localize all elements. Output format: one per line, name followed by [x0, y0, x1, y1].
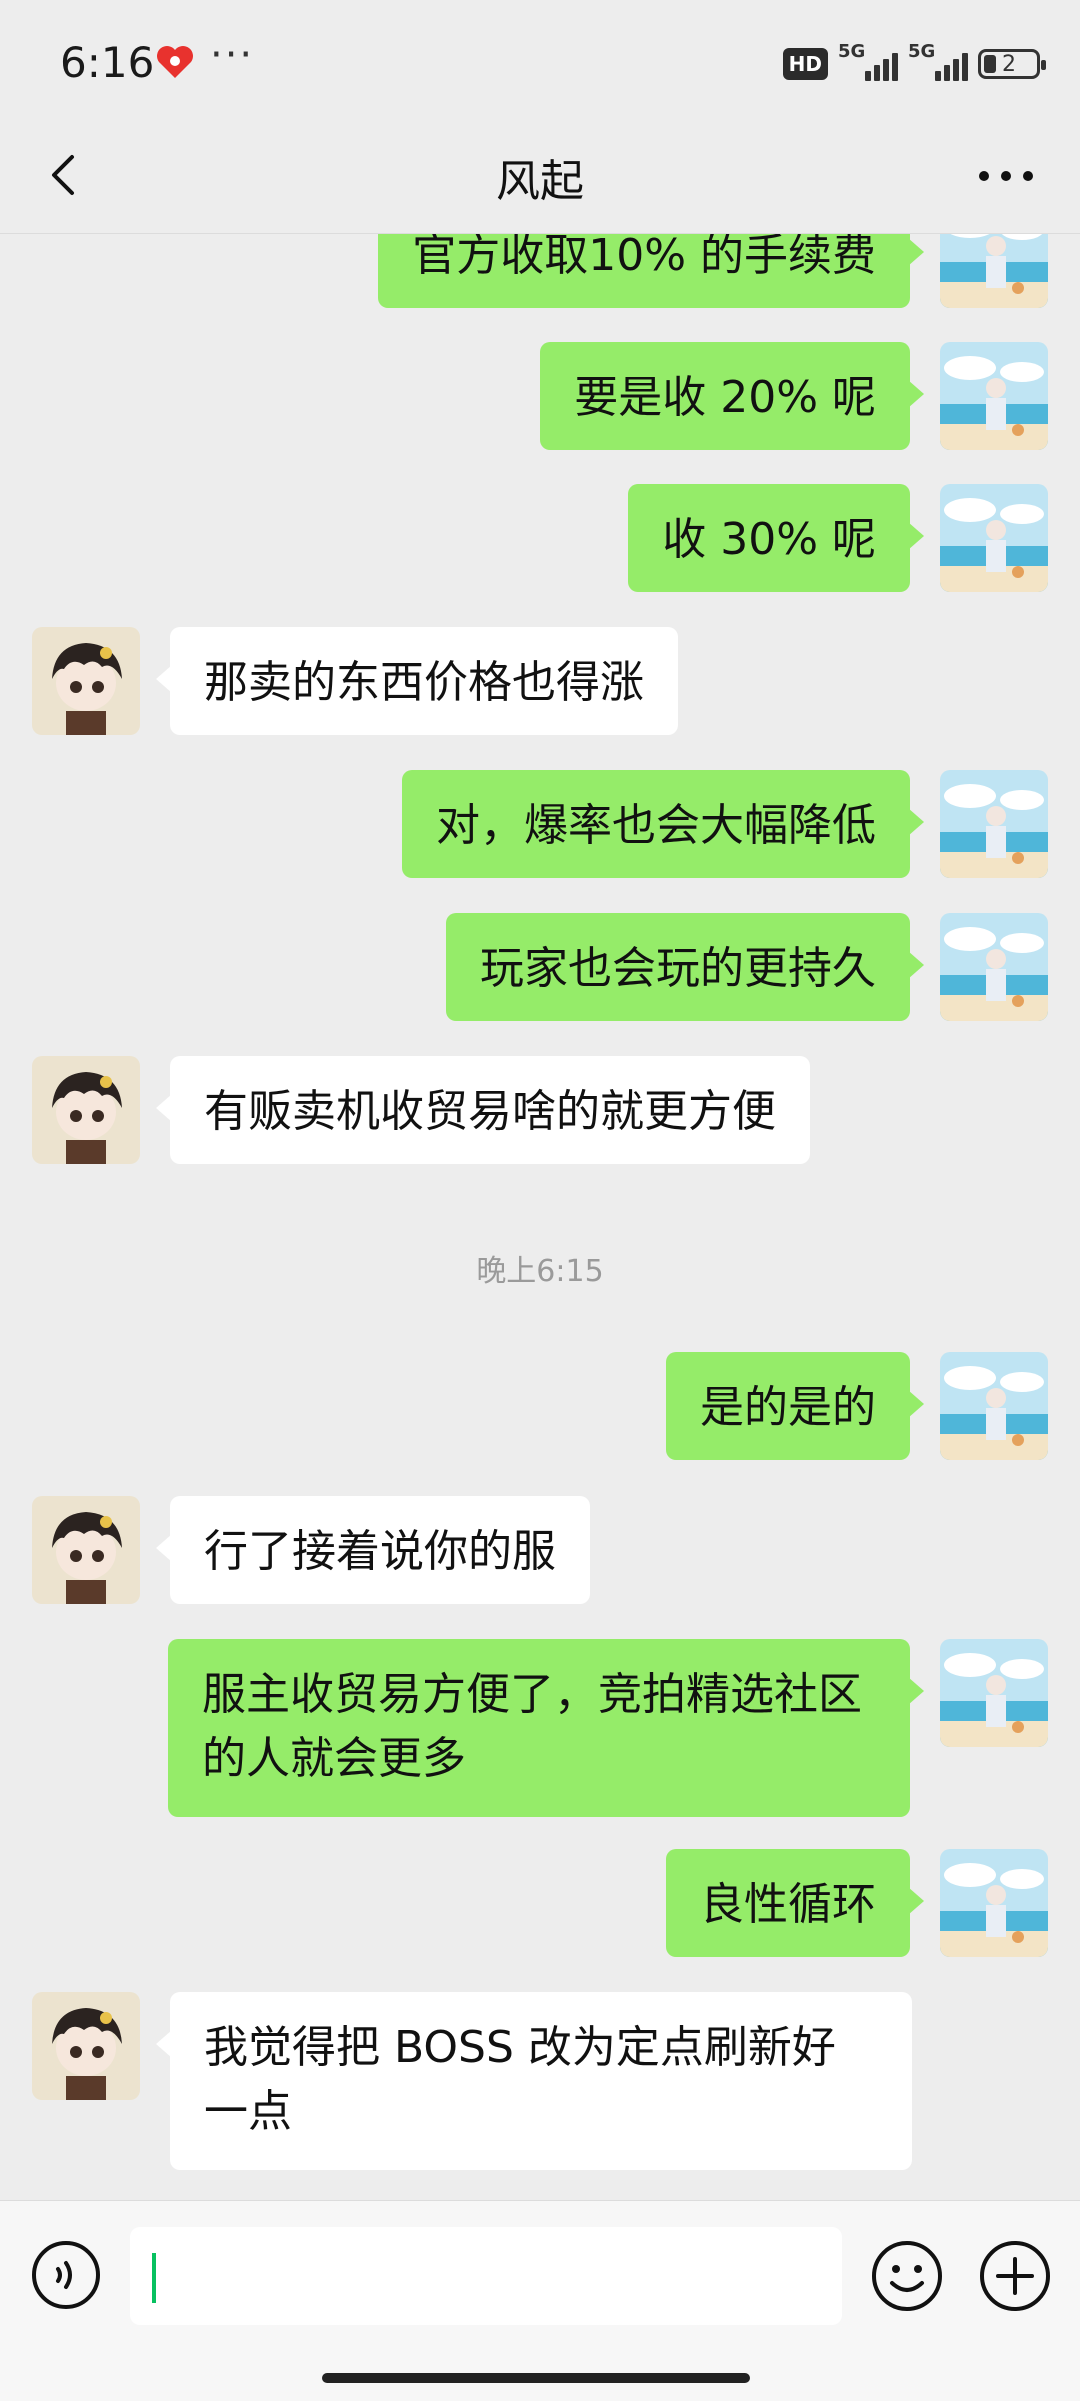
- message-timestamp: 晚上6:15: [476, 1254, 604, 1289]
- home-indicator[interactable]: [322, 2373, 750, 2383]
- message-bubble[interactable]: 玩家也会玩的更持久: [446, 913, 924, 1021]
- my-avatar[interactable]: [940, 342, 1048, 450]
- my-avatar[interactable]: [940, 770, 1048, 878]
- my-avatar[interactable]: [940, 913, 1048, 1021]
- emoji-icon[interactable]: [870, 2239, 944, 2313]
- signal-sim2-icon: 5G: [908, 41, 968, 81]
- battery-icon: 2: [978, 49, 1046, 79]
- hd-voice-icon: HD: [782, 48, 828, 80]
- text-caret: [152, 2253, 156, 2303]
- sim2-network-label: 5G: [908, 41, 936, 62]
- plus-icon[interactable]: [978, 2239, 1052, 2313]
- contact-avatar[interactable]: [32, 1056, 140, 1164]
- contact-avatar[interactable]: [32, 1992, 140, 2100]
- message-bubble[interactable]: 那卖的东西价格也得涨: [156, 627, 678, 735]
- status-indicators: HD 5G 5G 2: [782, 41, 1046, 84]
- message-bubble[interactable]: 有贩卖机收贸易啥的就更方便: [156, 1056, 810, 1164]
- message-list[interactable]: 官方收取10% 的手续费 要是收 20% 呢 收 30% 呢 那卖的东西价格也得…: [0, 234, 1080, 2200]
- more-dots-icon[interactable]: [976, 161, 1036, 191]
- my-avatar[interactable]: [940, 234, 1048, 308]
- my-avatar[interactable]: [940, 484, 1048, 592]
- input-bar: [0, 2200, 1080, 2401]
- status-bar: 6:16 ··· HD 5G 5G 2: [0, 0, 1080, 125]
- message-bubble[interactable]: 要是收 20% 呢: [540, 342, 924, 450]
- status-more-icon: ···: [210, 32, 255, 78]
- contact-avatar[interactable]: [32, 627, 140, 735]
- message-input[interactable]: [130, 2227, 842, 2325]
- signal-sim1-icon: 5G: [838, 41, 898, 81]
- my-avatar[interactable]: [940, 1352, 1048, 1460]
- message-bubble[interactable]: 收 30% 呢: [628, 484, 924, 592]
- status-time: 6:16: [60, 38, 155, 87]
- message-bubble[interactable]: 行了接着说你的服: [156, 1496, 590, 1604]
- sim1-network-label: 5G: [838, 41, 866, 62]
- battery-level: 2: [1002, 51, 1016, 77]
- message-bubble[interactable]: 良性循环: [666, 1849, 924, 1957]
- my-avatar[interactable]: [940, 1849, 1048, 1957]
- chat-title: 风起: [496, 156, 584, 207]
- message-bubble[interactable]: 是的是的: [666, 1352, 924, 1460]
- app-notification-icon: [155, 44, 195, 80]
- message-bubble[interactable]: 官方收取10% 的手续费: [378, 234, 924, 308]
- message-bubble[interactable]: 服主收贸易方便了，竞拍精选社区的人就会更多: [168, 1639, 924, 1817]
- voice-icon[interactable]: [30, 2239, 102, 2311]
- chat-header: 风起: [0, 125, 1080, 234]
- message-bubble[interactable]: 我觉得把 BOSS 改为定点刷新好一点: [156, 1992, 912, 2170]
- contact-avatar[interactable]: [32, 1496, 140, 1604]
- my-avatar[interactable]: [940, 1639, 1048, 1747]
- message-bubble[interactable]: 对，爆率也会大幅降低: [402, 770, 924, 878]
